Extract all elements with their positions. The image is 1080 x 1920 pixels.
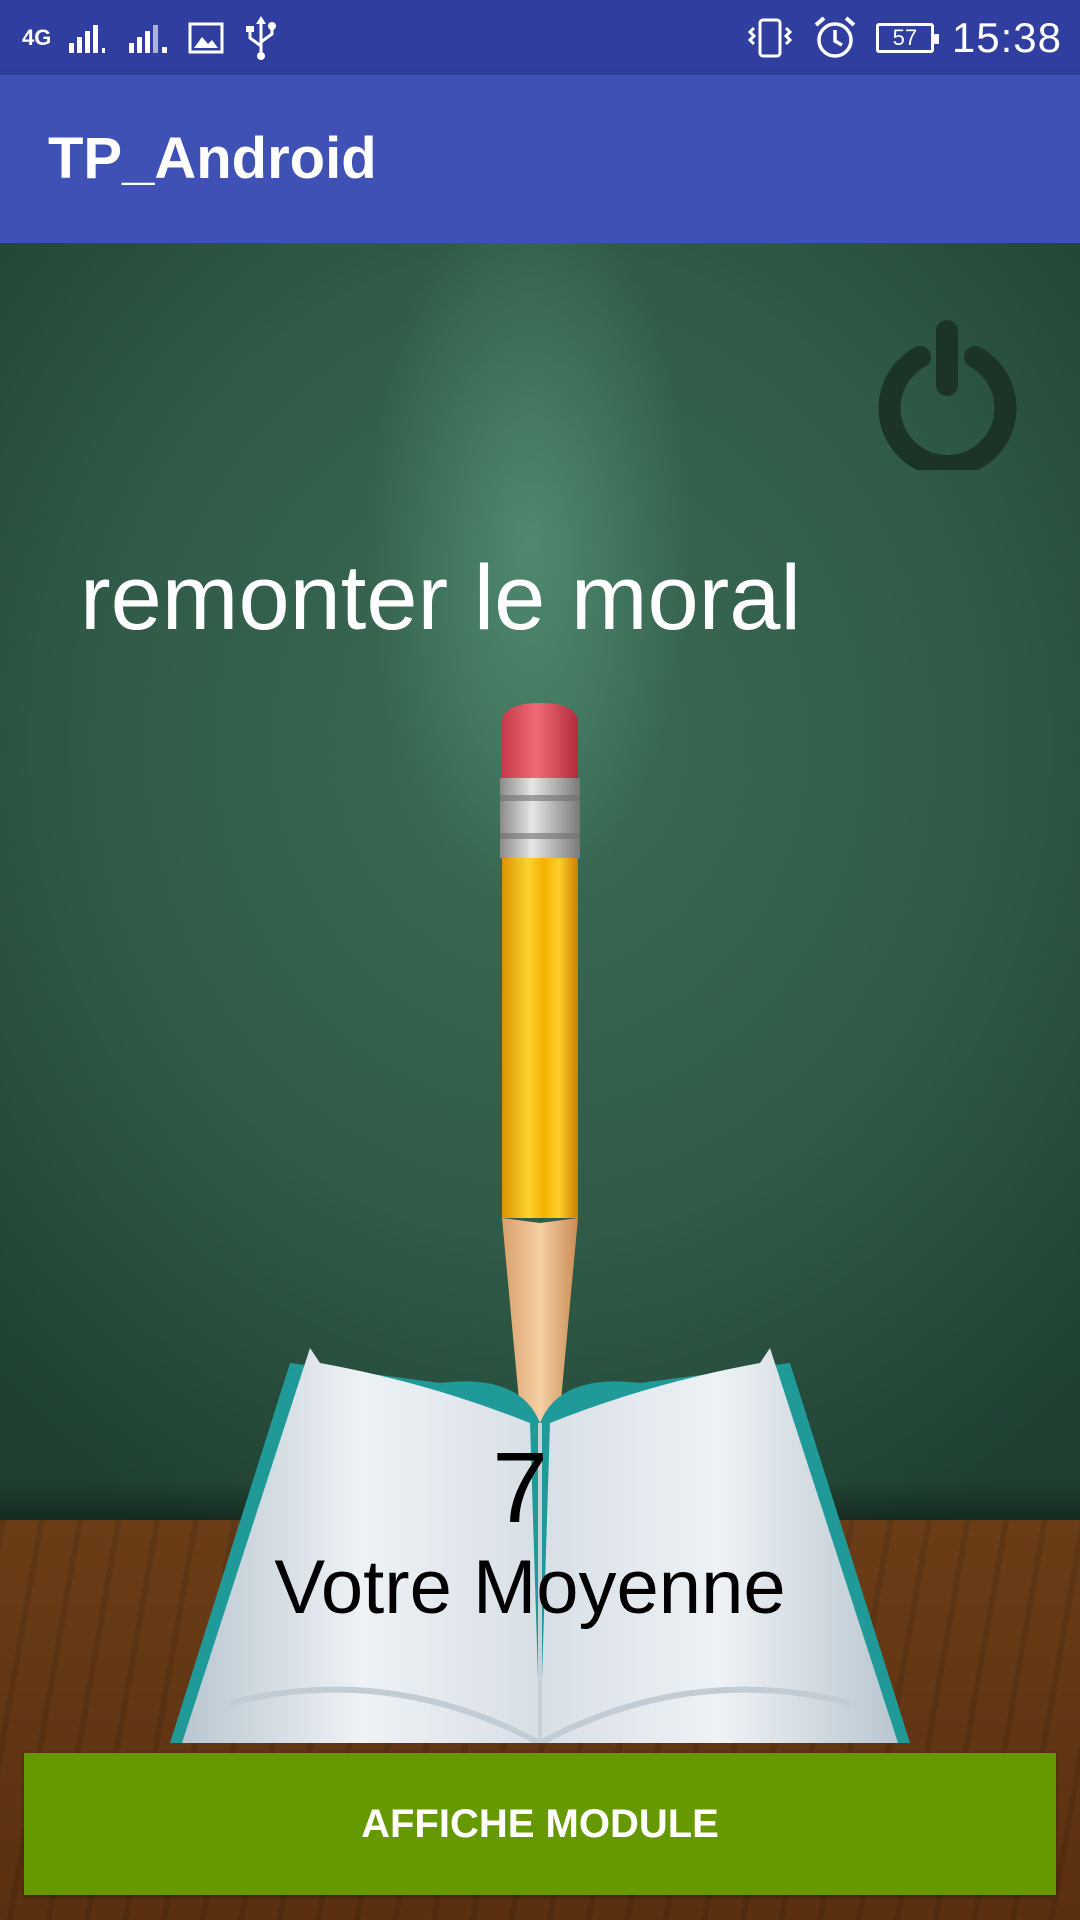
main-content: remonter le moral 7 Votre Moyenne AFFICH…	[0, 243, 1080, 1920]
vibrate-icon	[747, 18, 793, 58]
signal-sim2-icon	[129, 25, 168, 53]
battery-icon: 57	[875, 23, 939, 53]
app-bar: TP_Android	[0, 75, 1080, 243]
power-icon[interactable]	[870, 315, 1025, 470]
status-bar-left: 4G	[22, 10, 281, 66]
usb-icon	[246, 16, 277, 60]
alarm-icon	[814, 16, 856, 58]
battery-level: 57	[892, 25, 918, 50]
image-notification-icon	[188, 22, 224, 54]
grade-label: Votre Moyenne	[274, 1545, 786, 1630]
network-type-label: 4G	[22, 25, 52, 50]
signal-sim1-icon	[69, 25, 106, 53]
grade-value: 7	[492, 1432, 548, 1544]
clock-time: 15:38	[951, 14, 1062, 61]
show-module-button[interactable]: AFFICHE MODULE	[24, 1753, 1056, 1895]
status-bar: 4G 57 15:38	[0, 0, 1080, 75]
motivation-text: remonter le moral	[80, 547, 801, 649]
status-bar-right: 57 15:38	[746, 10, 1062, 66]
app-title: TP_Android	[48, 126, 377, 191]
